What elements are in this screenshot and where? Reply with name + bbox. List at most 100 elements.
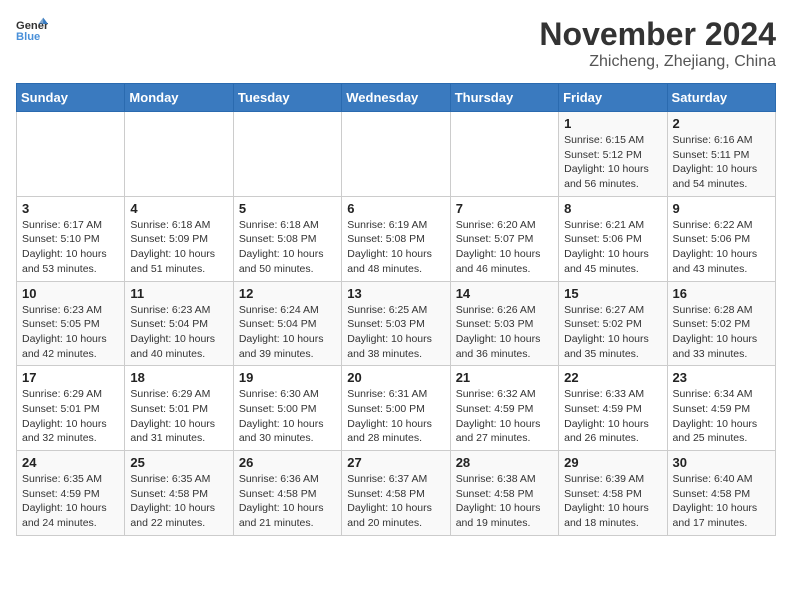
day-info: Sunrise: 6:20 AM Sunset: 5:07 PM Dayligh…: [456, 218, 553, 277]
calendar-cell: 24 Sunrise: 6:35 AM Sunset: 4:59 PM Dayli…: [17, 451, 125, 536]
weekday-header-sunday: Sunday: [17, 84, 125, 112]
calendar-cell: 18 Sunrise: 6:29 AM Sunset: 5:01 PM Dayli…: [125, 366, 233, 451]
day-number: 26: [239, 455, 336, 470]
weekday-header-saturday: Saturday: [667, 84, 775, 112]
day-info: Sunrise: 6:32 AM Sunset: 4:59 PM Dayligh…: [456, 387, 553, 446]
day-info: Sunrise: 6:23 AM Sunset: 5:05 PM Dayligh…: [22, 303, 119, 362]
day-info: Sunrise: 6:17 AM Sunset: 5:10 PM Dayligh…: [22, 218, 119, 277]
day-number: 30: [673, 455, 770, 470]
day-info: Sunrise: 6:29 AM Sunset: 5:01 PM Dayligh…: [22, 387, 119, 446]
day-number: 1: [564, 116, 661, 131]
day-number: 21: [456, 370, 553, 385]
month-title: November 2024: [539, 16, 776, 53]
day-info: Sunrise: 6:29 AM Sunset: 5:01 PM Dayligh…: [130, 387, 227, 446]
day-info: Sunrise: 6:34 AM Sunset: 4:59 PM Dayligh…: [673, 387, 770, 446]
day-info: Sunrise: 6:16 AM Sunset: 5:11 PM Dayligh…: [673, 133, 770, 192]
calendar-cell: 21 Sunrise: 6:32 AM Sunset: 4:59 PM Dayli…: [450, 366, 558, 451]
day-info: Sunrise: 6:33 AM Sunset: 4:59 PM Dayligh…: [564, 387, 661, 446]
day-info: Sunrise: 6:25 AM Sunset: 5:03 PM Dayligh…: [347, 303, 444, 362]
day-info: Sunrise: 6:23 AM Sunset: 5:04 PM Dayligh…: [130, 303, 227, 362]
logo: General Blue: [16, 16, 48, 44]
day-number: 4: [130, 201, 227, 216]
day-info: Sunrise: 6:24 AM Sunset: 5:04 PM Dayligh…: [239, 303, 336, 362]
svg-text:Blue: Blue: [16, 31, 40, 43]
day-number: 24: [22, 455, 119, 470]
day-info: Sunrise: 6:38 AM Sunset: 4:58 PM Dayligh…: [456, 472, 553, 531]
weekday-header-monday: Monday: [125, 84, 233, 112]
day-number: 28: [456, 455, 553, 470]
calendar-cell: [450, 112, 558, 197]
day-info: Sunrise: 6:15 AM Sunset: 5:12 PM Dayligh…: [564, 133, 661, 192]
calendar-cell: 26 Sunrise: 6:36 AM Sunset: 4:58 PM Dayli…: [233, 451, 341, 536]
day-info: Sunrise: 6:19 AM Sunset: 5:08 PM Dayligh…: [347, 218, 444, 277]
page-header: General Blue November 2024 Zhicheng, Zhe…: [16, 16, 776, 71]
calendar-cell: 22 Sunrise: 6:33 AM Sunset: 4:59 PM Dayli…: [559, 366, 667, 451]
calendar-cell: 8 Sunrise: 6:21 AM Sunset: 5:06 PM Daylig…: [559, 196, 667, 281]
calendar-week-row: 1 Sunrise: 6:15 AM Sunset: 5:12 PM Daylig…: [17, 112, 776, 197]
calendar-cell: 2 Sunrise: 6:16 AM Sunset: 5:11 PM Daylig…: [667, 112, 775, 197]
calendar-cell: 30 Sunrise: 6:40 AM Sunset: 4:58 PM Dayli…: [667, 451, 775, 536]
weekday-header-friday: Friday: [559, 84, 667, 112]
weekday-header-row: SundayMondayTuesdayWednesdayThursdayFrid…: [17, 84, 776, 112]
calendar-cell: 28 Sunrise: 6:38 AM Sunset: 4:58 PM Dayli…: [450, 451, 558, 536]
calendar-cell: [125, 112, 233, 197]
day-info: Sunrise: 6:31 AM Sunset: 5:00 PM Dayligh…: [347, 387, 444, 446]
calendar-cell: 23Sunrise: 6:34 AM Sunset: 4:59 PM Dayli…: [667, 366, 775, 451]
day-number: 13: [347, 286, 444, 301]
calendar-cell: 13 Sunrise: 6:25 AM Sunset: 5:03 PM Dayli…: [342, 281, 450, 366]
day-number: 18: [130, 370, 227, 385]
calendar-cell: 17Sunrise: 6:29 AM Sunset: 5:01 PM Dayli…: [17, 366, 125, 451]
day-number: 7: [456, 201, 553, 216]
weekday-header-thursday: Thursday: [450, 84, 558, 112]
day-info: Sunrise: 6:36 AM Sunset: 4:58 PM Dayligh…: [239, 472, 336, 531]
day-number: 9: [673, 201, 770, 216]
calendar-cell: 6Sunrise: 6:19 AM Sunset: 5:08 PM Daylig…: [342, 196, 450, 281]
calendar-cell: [342, 112, 450, 197]
calendar-cell: [233, 112, 341, 197]
day-info: Sunrise: 6:40 AM Sunset: 4:58 PM Dayligh…: [673, 472, 770, 531]
day-info: Sunrise: 6:37 AM Sunset: 4:58 PM Dayligh…: [347, 472, 444, 531]
day-info: Sunrise: 6:28 AM Sunset: 5:02 PM Dayligh…: [673, 303, 770, 362]
day-info: Sunrise: 6:30 AM Sunset: 5:00 PM Dayligh…: [239, 387, 336, 446]
calendar-week-row: 24 Sunrise: 6:35 AM Sunset: 4:59 PM Dayli…: [17, 451, 776, 536]
day-info: Sunrise: 6:21 AM Sunset: 5:06 PM Dayligh…: [564, 218, 661, 277]
day-number: 16: [673, 286, 770, 301]
day-number: 2: [673, 116, 770, 131]
calendar-cell: 1 Sunrise: 6:15 AM Sunset: 5:12 PM Daylig…: [559, 112, 667, 197]
day-info: Sunrise: 6:35 AM Sunset: 4:59 PM Dayligh…: [22, 472, 119, 531]
day-number: 15: [564, 286, 661, 301]
day-number: 5: [239, 201, 336, 216]
day-number: 3: [22, 201, 119, 216]
calendar-cell: 27 Sunrise: 6:37 AM Sunset: 4:58 PM Dayli…: [342, 451, 450, 536]
day-number: 27: [347, 455, 444, 470]
calendar-cell: [17, 112, 125, 197]
calendar-cell: 29 Sunrise: 6:39 AM Sunset: 4:58 PM Dayli…: [559, 451, 667, 536]
calendar-cell: 5Sunrise: 6:18 AM Sunset: 5:08 PM Daylig…: [233, 196, 341, 281]
day-info: Sunrise: 6:27 AM Sunset: 5:02 PM Dayligh…: [564, 303, 661, 362]
day-number: 12: [239, 286, 336, 301]
day-info: Sunrise: 6:39 AM Sunset: 4:58 PM Dayligh…: [564, 472, 661, 531]
calendar-cell: 14Sunrise: 6:26 AM Sunset: 5:03 PM Dayli…: [450, 281, 558, 366]
calendar-cell: 15 Sunrise: 6:27 AM Sunset: 5:02 PM Dayli…: [559, 281, 667, 366]
day-info: Sunrise: 6:26 AM Sunset: 5:03 PM Dayligh…: [456, 303, 553, 362]
calendar-cell: 19 Sunrise: 6:30 AM Sunset: 5:00 PM Dayli…: [233, 366, 341, 451]
calendar-week-row: 10Sunrise: 6:23 AM Sunset: 5:05 PM Dayli…: [17, 281, 776, 366]
location-title: Zhicheng, Zhejiang, China: [539, 53, 776, 71]
calendar-cell: 10Sunrise: 6:23 AM Sunset: 5:05 PM Dayli…: [17, 281, 125, 366]
day-number: 29: [564, 455, 661, 470]
calendar-cell: 25Sunrise: 6:35 AM Sunset: 4:58 PM Dayli…: [125, 451, 233, 536]
calendar-cell: 3 Sunrise: 6:17 AM Sunset: 5:10 PM Daylig…: [17, 196, 125, 281]
calendar-cell: 20Sunrise: 6:31 AM Sunset: 5:00 PM Dayli…: [342, 366, 450, 451]
day-info: Sunrise: 6:35 AM Sunset: 4:58 PM Dayligh…: [130, 472, 227, 531]
weekday-header-tuesday: Tuesday: [233, 84, 341, 112]
title-area: November 2024 Zhicheng, Zhejiang, China: [539, 16, 776, 71]
day-number: 22: [564, 370, 661, 385]
calendar-table: SundayMondayTuesdayWednesdayThursdayFrid…: [16, 83, 776, 536]
day-number: 19: [239, 370, 336, 385]
day-number: 11: [130, 286, 227, 301]
day-info: Sunrise: 6:22 AM Sunset: 5:06 PM Dayligh…: [673, 218, 770, 277]
calendar-cell: 7 Sunrise: 6:20 AM Sunset: 5:07 PM Daylig…: [450, 196, 558, 281]
day-number: 8: [564, 201, 661, 216]
weekday-header-wednesday: Wednesday: [342, 84, 450, 112]
calendar-week-row: 3 Sunrise: 6:17 AM Sunset: 5:10 PM Daylig…: [17, 196, 776, 281]
